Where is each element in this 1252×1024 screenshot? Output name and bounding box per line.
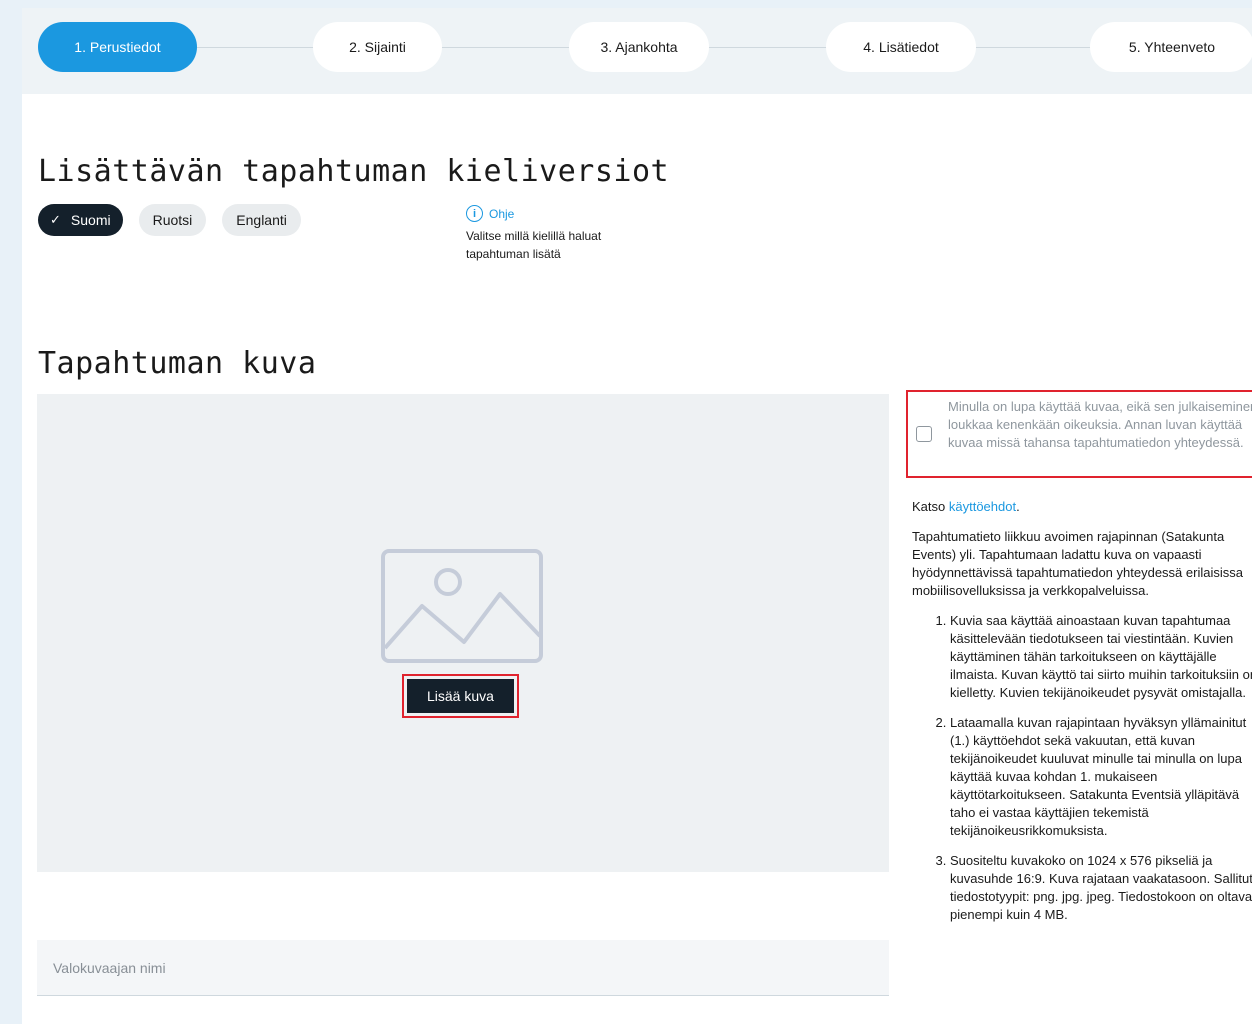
consent-checkbox[interactable] xyxy=(916,426,932,442)
terms-see-line: Katso käyttöehdot. xyxy=(912,498,1252,516)
terms-link[interactable]: käyttöehdot xyxy=(949,499,1016,514)
help-link[interactable]: Ohje xyxy=(489,207,514,221)
terms-item: Suositeltu kuvakoko on 1024 x 576 piksel… xyxy=(950,852,1252,924)
language-versions-title: Lisättävän tapahtuman kieliversiot xyxy=(38,154,670,189)
photographer-name-input[interactable] xyxy=(37,940,889,996)
chip-label: Ruotsi xyxy=(152,212,193,228)
terms-see-prefix: Katso xyxy=(912,499,949,514)
help-text: Valitse millä kielillä haluat tapahtuman… xyxy=(466,229,602,261)
add-image-button[interactable]: Lisää kuva xyxy=(407,679,514,713)
add-image-highlight: Lisää kuva xyxy=(402,674,519,718)
terms-item: Kuvia saa käyttää ainoastaan kuvan tapah… xyxy=(950,612,1252,702)
terms-list: Kuvia saa käyttää ainoastaan kuvan tapah… xyxy=(912,612,1252,924)
language-chips: ✓ Suomi Ruotsi Englanti xyxy=(38,204,301,236)
image-upload-area[interactable]: Lisää kuva xyxy=(37,394,889,872)
event-image-title: Tapahtuman kuva xyxy=(38,346,317,381)
terms-item: Lataamalla kuvan rajapintaan hyväksyn yl… xyxy=(950,714,1252,840)
chip-suomi[interactable]: ✓ Suomi xyxy=(38,204,123,236)
help-link-row[interactable]: i Ohje xyxy=(466,205,656,222)
step-lisatiedot[interactable]: 4. Lisätiedot xyxy=(826,22,976,72)
progress-stepper: 1. Perustiedot 2. Sijainti 3. Ajankohta … xyxy=(22,8,1252,94)
chip-englanti[interactable]: Englanti xyxy=(222,204,301,236)
terms-section: Katso käyttöehdot. Tapahtumatieto liikku… xyxy=(912,498,1252,936)
terms-intro: Tapahtumatieto liikkuu avoimen rajapinna… xyxy=(912,529,1243,598)
image-placeholder-icon xyxy=(381,549,543,663)
image-consent-box: Minulla on lupa käyttää kuvaa, eikä sen … xyxy=(906,390,1252,478)
chip-label: Englanti xyxy=(236,212,287,228)
terms-see-suffix: . xyxy=(1016,499,1020,514)
chip-ruotsi[interactable]: Ruotsi xyxy=(138,204,207,236)
consent-text: Minulla on lupa käyttää kuvaa, eikä sen … xyxy=(948,399,1252,450)
checkmark-icon: ✓ xyxy=(50,212,61,227)
step-ajankohta[interactable]: 3. Ajankohta xyxy=(569,22,709,72)
info-icon: i xyxy=(466,205,483,222)
form-page: 1. Perustiedot 2. Sijainti 3. Ajankohta … xyxy=(22,8,1252,1024)
step-yhteenveto[interactable]: 5. Yhteenveto xyxy=(1090,22,1252,72)
chip-label: Suomi xyxy=(70,212,111,228)
step-sijainti[interactable]: 2. Sijainti xyxy=(313,22,442,72)
language-help: i Ohje Valitse millä kielillä haluat tap… xyxy=(466,205,656,263)
step-perustiedot[interactable]: 1. Perustiedot xyxy=(38,22,197,72)
